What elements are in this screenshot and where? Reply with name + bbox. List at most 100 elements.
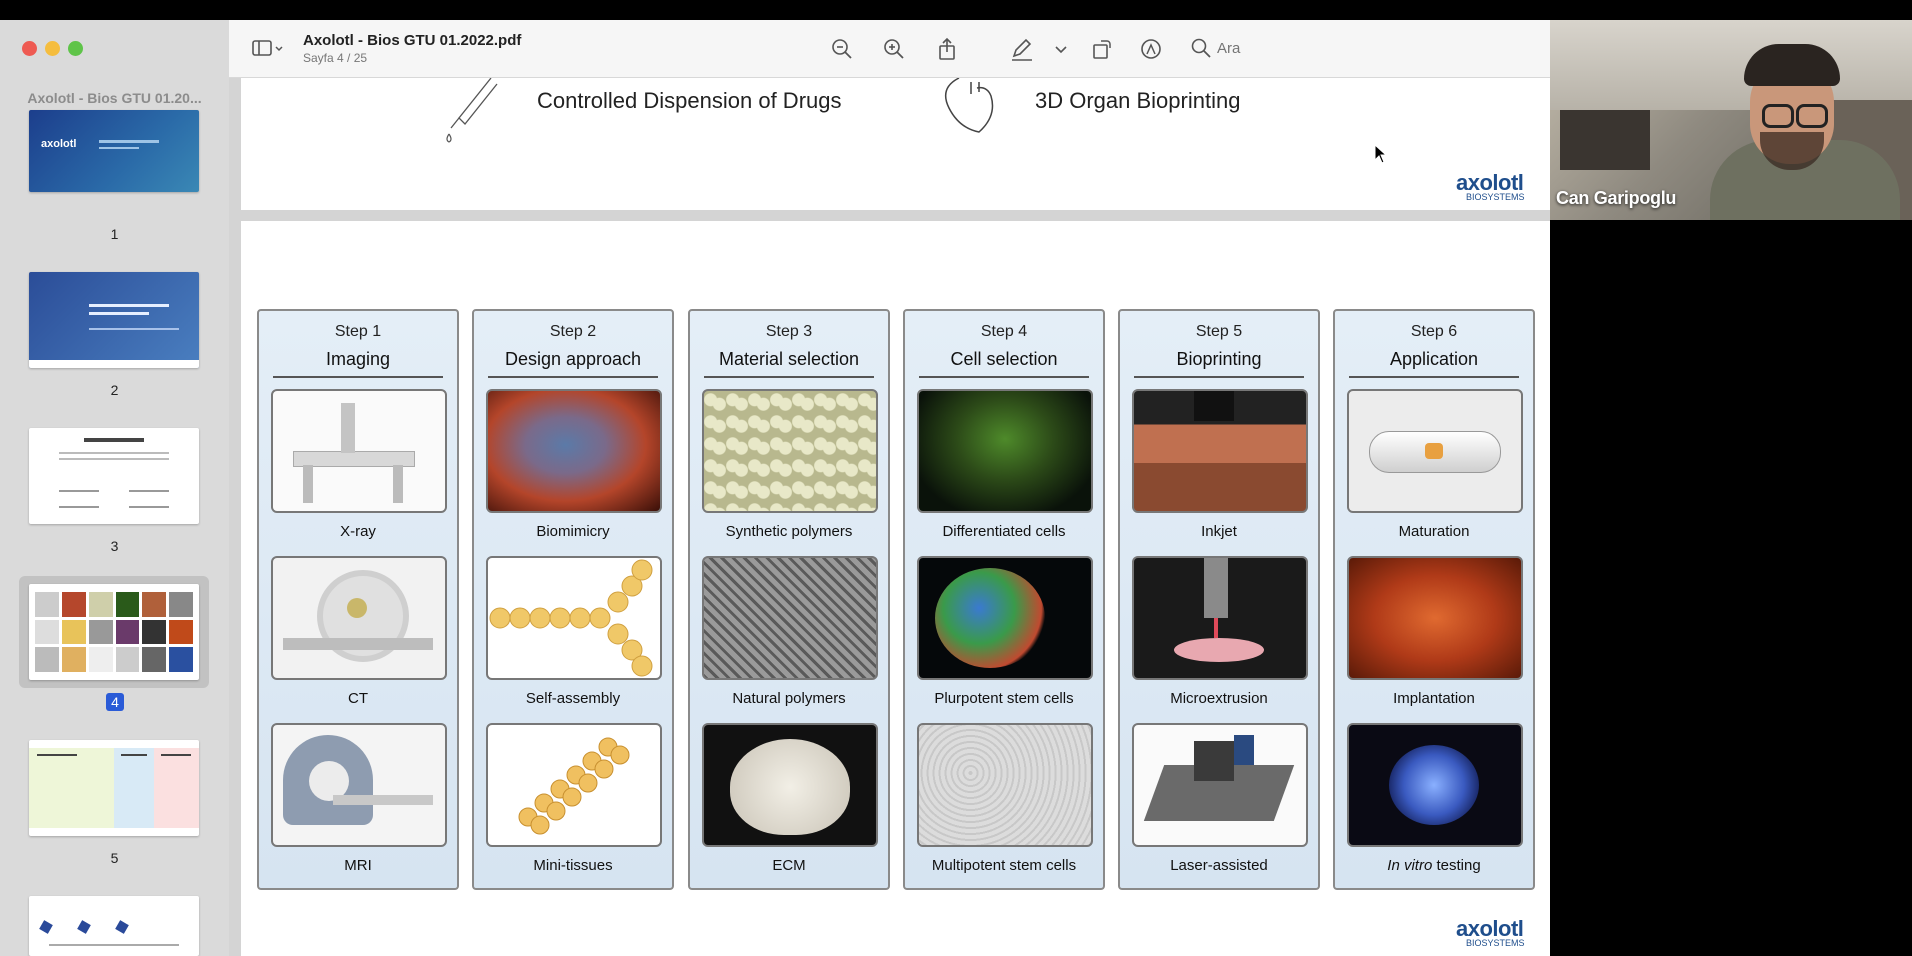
markup-menu-button[interactable] <box>1053 36 1069 62</box>
step-4-column: Step 4 Cell selection Differentiated cel… <box>903 309 1105 890</box>
step-item-caption: Biomimicry <box>536 523 610 540</box>
step-item-caption: Inkjet <box>1201 523 1237 540</box>
zoom-out-button[interactable] <box>829 36 855 62</box>
natural-polymers-image <box>702 556 878 680</box>
step-number: Step 1 <box>334 323 382 340</box>
laser-assisted-image <box>1132 723 1308 847</box>
axolotl-logo-sub: BIOSYSTEMS <box>1466 192 1525 202</box>
thumbnail-label-4: 4 <box>106 693 124 711</box>
step-number: Step 3 <box>765 323 813 340</box>
thumbnail-page-3[interactable] <box>29 428 199 524</box>
thumbnail-page-2[interactable] <box>29 272 199 368</box>
zoom-window-button[interactable] <box>68 41 83 56</box>
rotate-button[interactable] <box>1089 36 1115 62</box>
markup-button[interactable] <box>1009 36 1035 62</box>
step-item-caption: Microextrusion <box>1170 690 1268 707</box>
minimize-window-button[interactable] <box>45 41 60 56</box>
share-button[interactable] <box>934 36 960 62</box>
rotate-icon <box>1093 40 1111 59</box>
mri-image <box>271 723 447 847</box>
step-item-caption: Plurpotent stem cells <box>934 690 1074 707</box>
thumbnail-page-5[interactable] <box>29 740 199 836</box>
pen-icon <box>1012 38 1032 61</box>
page-indicator: Sayfa 4 / 25 <box>303 51 368 65</box>
step-title: Cell selection <box>919 349 1089 378</box>
thumbnail-page-1[interactable]: axolotl <box>29 110 199 192</box>
ecm-image <box>702 723 878 847</box>
step-title: Application <box>1349 349 1519 378</box>
thumbnail-page-6[interactable] <box>29 896 199 956</box>
step-item-caption: Natural polymers <box>732 690 846 707</box>
chevron-down-icon <box>1055 46 1067 54</box>
synthetic-polymers-image <box>702 389 878 513</box>
mouse-cursor-icon <box>1374 144 1388 164</box>
mini-tissues-image <box>486 723 662 847</box>
step-item-caption: Synthetic polymers <box>725 523 853 540</box>
xray-image <box>271 389 447 513</box>
syringe-icon <box>446 78 498 143</box>
zoom-in-button[interactable] <box>881 36 907 62</box>
pluripotent-cells-image <box>917 556 1093 680</box>
page-4: Step 1 Imaging X-ray CT MRI Step 2 Desig… <box>241 221 1550 956</box>
thumbnail-label-2: 2 <box>110 382 119 398</box>
thumbnail-page-4[interactable] <box>29 584 199 680</box>
search-field[interactable] <box>1189 32 1539 64</box>
implantation-image <box>1347 556 1523 680</box>
step-number: Step 4 <box>980 323 1028 340</box>
step-title: Bioprinting <box>1134 349 1304 378</box>
page3-item-drugs: Controlled Dispension of Drugs <box>537 88 842 113</box>
step-2-column: Step 2 Design approach Biomimicry Self-a… <box>472 309 674 890</box>
inkjet-image <box>1132 389 1308 513</box>
self-assembly-image <box>486 556 662 680</box>
step-item-caption: CT <box>348 690 368 707</box>
sidebar-icon <box>252 40 283 56</box>
step-5-column: Step 5 Bioprinting Inkjet Microextrusion <box>1118 309 1320 890</box>
step-title: Imaging <box>273 349 443 378</box>
step-item-caption: Self-assembly <box>525 690 621 707</box>
step-number: Step 5 <box>1195 323 1243 340</box>
step-item-caption: Implantation <box>1393 690 1475 707</box>
step-title: Material selection <box>704 349 874 378</box>
search-icon <box>1191 38 1211 58</box>
thumbnail-label-1: 1 <box>110 226 119 242</box>
step-title: Design approach <box>488 349 658 378</box>
toolbar: Axolotl - Bios GTU 01.2022.pdf Sayfa 4 /… <box>229 20 1550 78</box>
step-number: Step 2 <box>549 323 597 340</box>
share-icon <box>939 37 955 60</box>
document-view[interactable]: Controlled Dispension of Drugs 3D Organ … <box>229 78 1550 956</box>
page3-item-bioprinting: 3D Organ Bioprinting <box>1035 88 1241 113</box>
annotate-button[interactable] <box>1138 36 1164 62</box>
sidebar-toggle-button[interactable] <box>251 37 285 61</box>
participant-name: Can Garipoglu <box>1556 188 1677 208</box>
video-tile[interactable]: Can Garipoglu <box>1550 20 1912 220</box>
in-vitro-testing-image <box>1347 723 1523 847</box>
axolotl-logo-sub-bottom: BIOSYSTEMS <box>1466 938 1525 948</box>
heart-organ-icon <box>944 78 994 133</box>
step-1-column: Step 1 Imaging X-ray CT MRI <box>257 309 459 890</box>
step-item-caption: Mini-tissues <box>533 857 613 874</box>
step-item-caption: Differentiated cells <box>942 523 1066 540</box>
page-3-bottom: Controlled Dispension of Drugs 3D Organ … <box>241 78 1550 210</box>
step-6-column: Step 6 Application Maturation Implantati… <box>1333 309 1535 890</box>
microextrusion-image <box>1132 556 1308 680</box>
thumbnail-label-5: 5 <box>110 850 119 866</box>
thumbnail-sidebar[interactable]: Axolotl - Bios GTU 01.20... axolotl 1 2 … <box>0 20 230 956</box>
annotate-icon <box>1141 39 1161 59</box>
search-input[interactable] <box>1215 36 1519 60</box>
step-item-caption: Multipotent stem cells <box>931 857 1077 874</box>
participant-hair <box>1744 44 1840 86</box>
multipotent-cells-image <box>917 723 1093 847</box>
step-3-column: Step 3 Material selection Synthetic poly… <box>688 309 890 890</box>
step-number: Step 6 <box>1410 323 1458 340</box>
step-item-caption: X-ray <box>340 523 376 540</box>
document-title: Axolotl - Bios GTU 01.2022.pdf <box>303 32 522 49</box>
ct-image <box>271 556 447 680</box>
step-item-caption: MRI <box>344 857 372 874</box>
close-window-button[interactable] <box>22 41 37 56</box>
thumbnail-label-3: 3 <box>110 538 119 554</box>
biomimicry-image <box>486 389 662 513</box>
maturation-image <box>1347 389 1523 513</box>
differentiated-cells-image <box>917 389 1093 513</box>
zoom-out-icon <box>832 39 852 59</box>
zoom-in-icon <box>884 39 904 59</box>
